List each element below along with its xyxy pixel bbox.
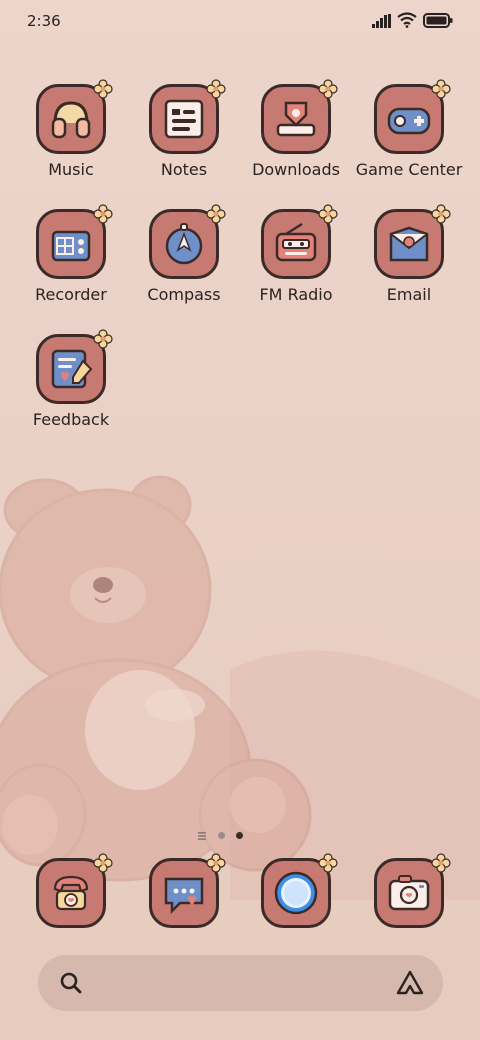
- downloads-icon: [276, 101, 316, 137]
- battery-icon: [423, 13, 453, 28]
- app-recorder[interactable]: Recorder: [15, 204, 127, 319]
- app-game-center[interactable]: Game Center: [353, 79, 465, 194]
- compass-icon: [165, 223, 203, 265]
- flower-badge-icon: [431, 853, 451, 873]
- flower-badge-icon: [93, 853, 113, 873]
- search-bar[interactable]: [38, 955, 443, 1011]
- dock-browser[interactable]: [261, 853, 338, 934]
- app-fm-radio[interactable]: FM Radio: [240, 204, 352, 319]
- flower-badge-icon: [431, 79, 451, 99]
- status-bar: 2:36: [0, 0, 480, 44]
- feed-page-icon: [198, 832, 206, 840]
- flower-badge-icon: [206, 204, 226, 224]
- app-label: Email: [386, 285, 432, 304]
- flower-badge-icon: [318, 853, 338, 873]
- app-music[interactable]: Music: [15, 79, 127, 194]
- flower-badge-icon: [93, 329, 113, 349]
- email-icon: [389, 226, 429, 262]
- messages-icon: [164, 877, 204, 915]
- feedback-icon: [51, 349, 93, 389]
- page-dot: [218, 832, 225, 839]
- dock-messages[interactable]: [149, 853, 226, 934]
- assistant-icon[interactable]: [395, 969, 425, 997]
- flower-badge-icon: [93, 79, 113, 99]
- radio-icon: [275, 222, 317, 262]
- headphones-icon: [51, 101, 91, 139]
- wifi-icon: [397, 12, 417, 28]
- browser-icon: [274, 871, 318, 915]
- search-icon[interactable]: [58, 970, 84, 996]
- flower-badge-icon: [318, 79, 338, 99]
- status-time: 2:36: [27, 12, 61, 30]
- gamepad-icon: [387, 107, 431, 135]
- flower-badge-icon: [318, 204, 338, 224]
- signal-icon: [372, 14, 391, 28]
- app-label: Game Center: [355, 160, 463, 179]
- flower-badge-icon: [93, 204, 113, 224]
- notes-icon: [164, 99, 204, 139]
- flower-badge-icon: [206, 853, 226, 873]
- app-label: Feedback: [32, 410, 110, 429]
- page-indicator[interactable]: [198, 829, 248, 843]
- camera-icon: [388, 875, 430, 911]
- recorder-icon: [51, 230, 91, 262]
- app-compass[interactable]: Compass: [128, 204, 240, 319]
- flower-badge-icon: [431, 204, 451, 224]
- flower-badge-icon: [206, 79, 226, 99]
- page-dot-active: [236, 832, 243, 839]
- phone-icon: [53, 875, 89, 911]
- app-feedback[interactable]: Feedback: [15, 329, 127, 444]
- app-email[interactable]: Email: [353, 204, 465, 319]
- dock-phone[interactable]: [36, 853, 113, 934]
- app-notes[interactable]: Notes: [128, 79, 240, 194]
- dock-camera[interactable]: [374, 853, 451, 934]
- app-downloads[interactable]: Downloads: [240, 79, 352, 194]
